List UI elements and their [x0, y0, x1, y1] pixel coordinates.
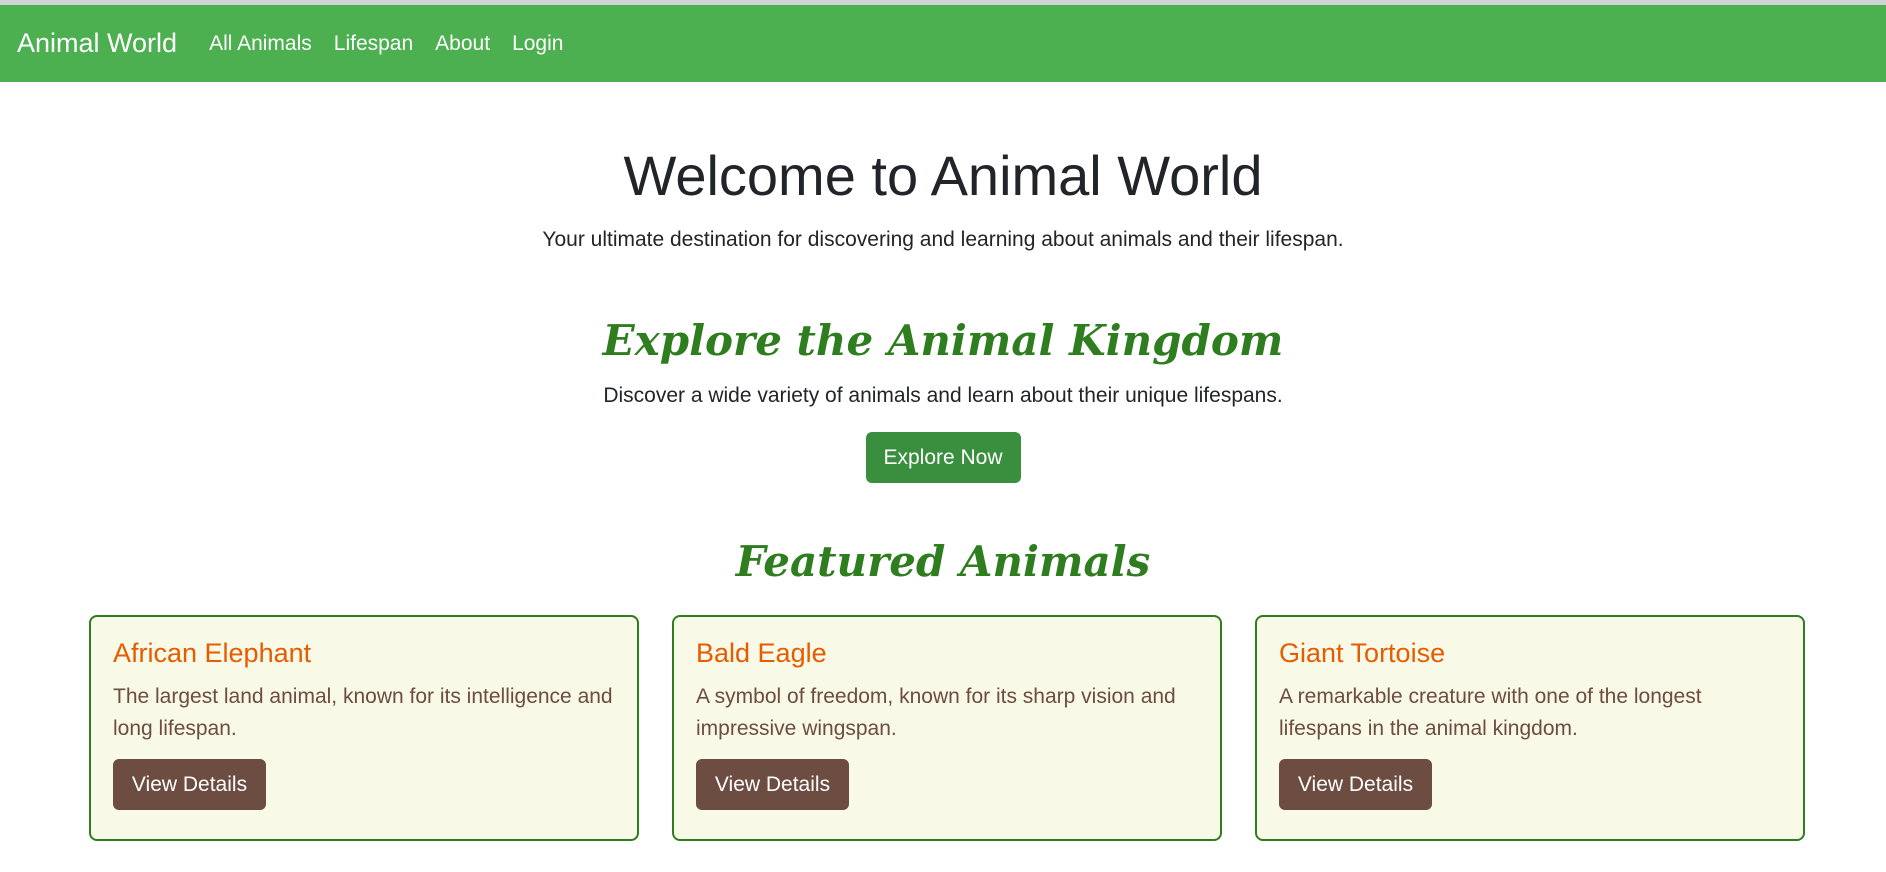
explore-section: Explore the Animal Kingdom Discover a wi… [0, 320, 1886, 483]
card-text: The largest land animal, known for its i… [113, 685, 613, 741]
explore-text: Discover a wide variety of animals and l… [603, 384, 1283, 407]
nav-link-lifespan[interactable]: Lifespan [334, 33, 413, 54]
featured-heading: Featured Animals [735, 537, 1151, 586]
explore-heading: Explore the Animal Kingdom [602, 316, 1284, 365]
nav-link-all-animals[interactable]: All Animals [209, 33, 312, 54]
animal-card-african-elephant: African Elephant The largest land animal… [89, 615, 639, 841]
card-title: Bald Eagle [696, 638, 827, 668]
nav-links: All Animals Lifespan About Login [209, 33, 563, 54]
nav-link-about[interactable]: About [435, 33, 490, 54]
view-details-button[interactable]: View Details [1279, 759, 1432, 811]
animal-card-bald-eagle: Bald Eagle A symbol of freedom, known fo… [672, 615, 1222, 841]
page-title: Welcome to Animal World [623, 144, 1263, 207]
nav-link-login[interactable]: Login [512, 33, 563, 54]
card-text: A symbol of freedom, known for its sharp… [696, 685, 1176, 741]
card-title: Giant Tortoise [1279, 638, 1446, 668]
featured-section: Featured Animals [0, 541, 1886, 583]
explore-now-button[interactable]: Explore Now [865, 432, 1021, 483]
animal-card-giant-tortoise: Giant Tortoise A remarkable creature wit… [1255, 615, 1805, 841]
brand-link[interactable]: Animal World [17, 30, 177, 57]
hero-subtitle: Your ultimate destination for discoverin… [542, 228, 1344, 251]
hero-section: Welcome to Animal World Your ultimate de… [0, 148, 1886, 252]
featured-cards: African Elephant The largest land animal… [89, 615, 1806, 841]
view-details-button[interactable]: View Details [113, 759, 266, 811]
navbar: Animal World All Animals Lifespan About … [0, 5, 1886, 82]
card-text: A remarkable creature with one of the lo… [1279, 685, 1702, 741]
view-details-button[interactable]: View Details [696, 759, 849, 811]
card-title: African Elephant [113, 638, 312, 668]
